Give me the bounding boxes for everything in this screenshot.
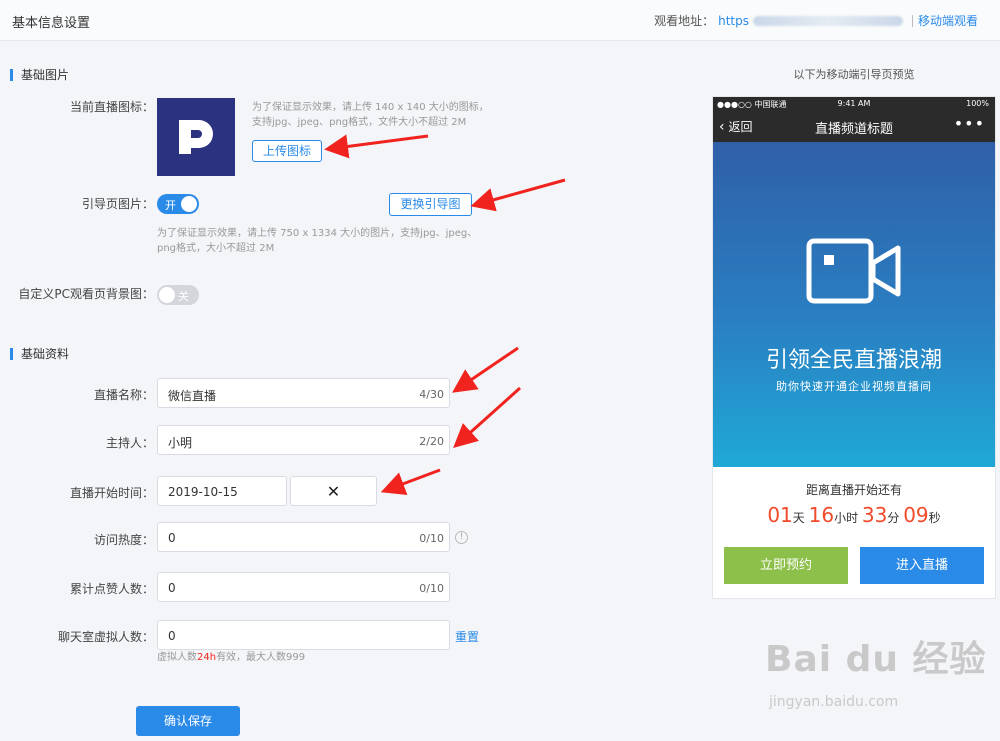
preview-title: 以下为移动端引导页预览 [793, 68, 915, 81]
status-bar: ●●●○○ 中国联通 9:41 AM 100% [713, 97, 995, 110]
annotation-arrows [324, 134, 566, 496]
preview-navbar: ‹ 返回 直播频道标题 ••• [713, 110, 995, 142]
preview-subline: 助你快速开通企业视频直播间 [776, 380, 932, 393]
countdown-hours: 16 [808, 503, 835, 527]
countdown-label: 距离直播开始还有 [805, 483, 902, 497]
countdown-minutes: 33 [861, 503, 888, 527]
watermark-brand: Bai du 经验 [765, 639, 987, 680]
minutes-unit: 分 [887, 511, 900, 525]
preview-headline: 引领全民直播浪潮 [765, 348, 942, 373]
watermark-url: jingyan.baidu.com [769, 694, 899, 710]
reserve-button[interactable]: 立即预约 [724, 547, 848, 584]
baidu-watermark: Bai du 经验 jingyan.baidu.com [765, 630, 987, 710]
arrow-live-name [452, 346, 519, 393]
arrow-host [453, 386, 522, 449]
days-unit: 天 [792, 511, 805, 525]
preview-banner: 引领全民直播浪潮 助你快速开通企业视频直播间 [713, 142, 995, 467]
mobile-preview: ●●●○○ 中国联通 9:41 AM 100% ‹ 返回 直播频道标题 ••• … [712, 96, 996, 599]
video-camera-icon [806, 238, 901, 304]
mobile-watch-link[interactable]: 移动端观看 [918, 12, 978, 29]
blurred-url [752, 15, 903, 26]
countdown-seconds: 09 [903, 503, 929, 527]
seconds-unit: 秒 [928, 511, 941, 525]
more-icon[interactable]: ••• [954, 114, 985, 133]
arrow-change-guide [470, 178, 566, 212]
divider [911, 14, 913, 27]
arrow-clear-time [380, 468, 441, 496]
status-time: 9:41 AM [837, 99, 871, 108]
arrow-upload-icon [324, 134, 429, 159]
preview-page-title: 直播频道标题 [814, 122, 893, 137]
enter-live-button[interactable]: 进入直播 [860, 547, 984, 584]
status-battery: 100% [966, 99, 989, 108]
watch-url[interactable]: https [718, 14, 749, 28]
countdown: 01天 16小时 33分 09秒 [713, 503, 995, 527]
countdown-days: 01 [767, 503, 793, 527]
watch-address: 观看地址： https 移动端观看 [654, 12, 978, 29]
hours-unit: 小时 [834, 511, 859, 525]
